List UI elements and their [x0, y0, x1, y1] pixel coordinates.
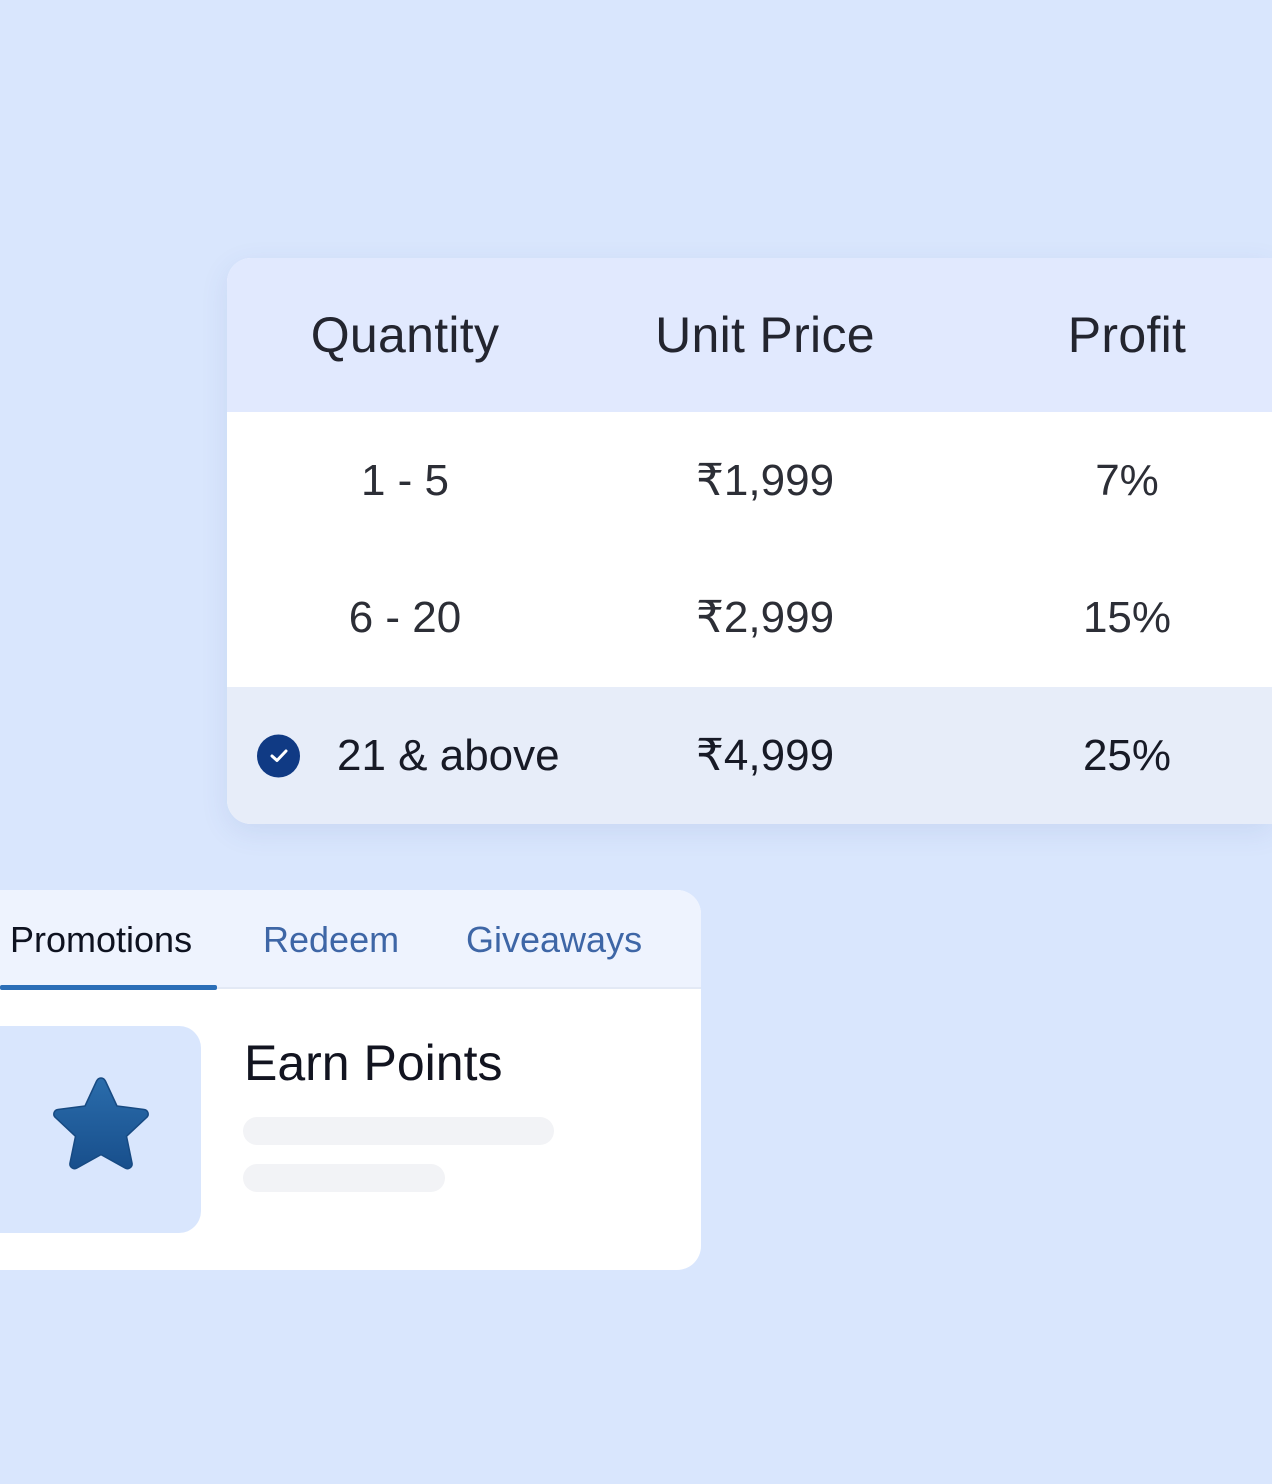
unit-price-cell: ₹1,999 — [695, 456, 835, 505]
quantity-cell: 1 - 5 — [360, 455, 450, 505]
tab-promotions[interactable]: Promotions — [10, 890, 192, 989]
pricing-table: Quantity Unit Price Profit 1 - 5 ₹1,999 … — [227, 258, 1272, 824]
quantity-cell: 21 & above — [337, 730, 560, 780]
tab-bar: Promotions Redeem Giveaways — [0, 890, 701, 990]
active-tab-indicator — [0, 985, 217, 990]
table-header: Quantity Unit Price Profit — [227, 258, 1272, 412]
tab-redeem[interactable]: Redeem — [263, 890, 399, 989]
profit-cell: 15% — [1082, 592, 1172, 642]
header-unit-price: Unit Price — [655, 307, 875, 363]
skeleton-line — [243, 1117, 554, 1145]
promotions-card: Promotions Redeem Giveaways Earn Points — [0, 890, 701, 1270]
skeleton-line — [243, 1164, 445, 1192]
unit-price-cell: ₹2,999 — [695, 593, 835, 642]
header-quantity: Quantity — [310, 307, 500, 363]
tab-giveaways[interactable]: Giveaways — [466, 890, 642, 989]
table-row-selected[interactable]: 21 & above ₹4,999 25% — [227, 687, 1272, 824]
quantity-cell: 6 - 20 — [348, 592, 462, 642]
table-row[interactable]: 6 - 20 ₹2,999 15% — [227, 549, 1272, 686]
promo-title: Earn Points — [244, 1035, 503, 1091]
star-icon — [52, 1076, 149, 1169]
promo-thumbnail — [0, 1026, 201, 1233]
table-row[interactable]: 1 - 5 ₹1,999 7% — [227, 412, 1272, 549]
unit-price-cell: ₹4,999 — [695, 731, 835, 780]
header-profit: Profit — [1067, 307, 1187, 363]
profit-cell: 25% — [1082, 730, 1172, 780]
profit-cell: 7% — [1095, 455, 1159, 505]
